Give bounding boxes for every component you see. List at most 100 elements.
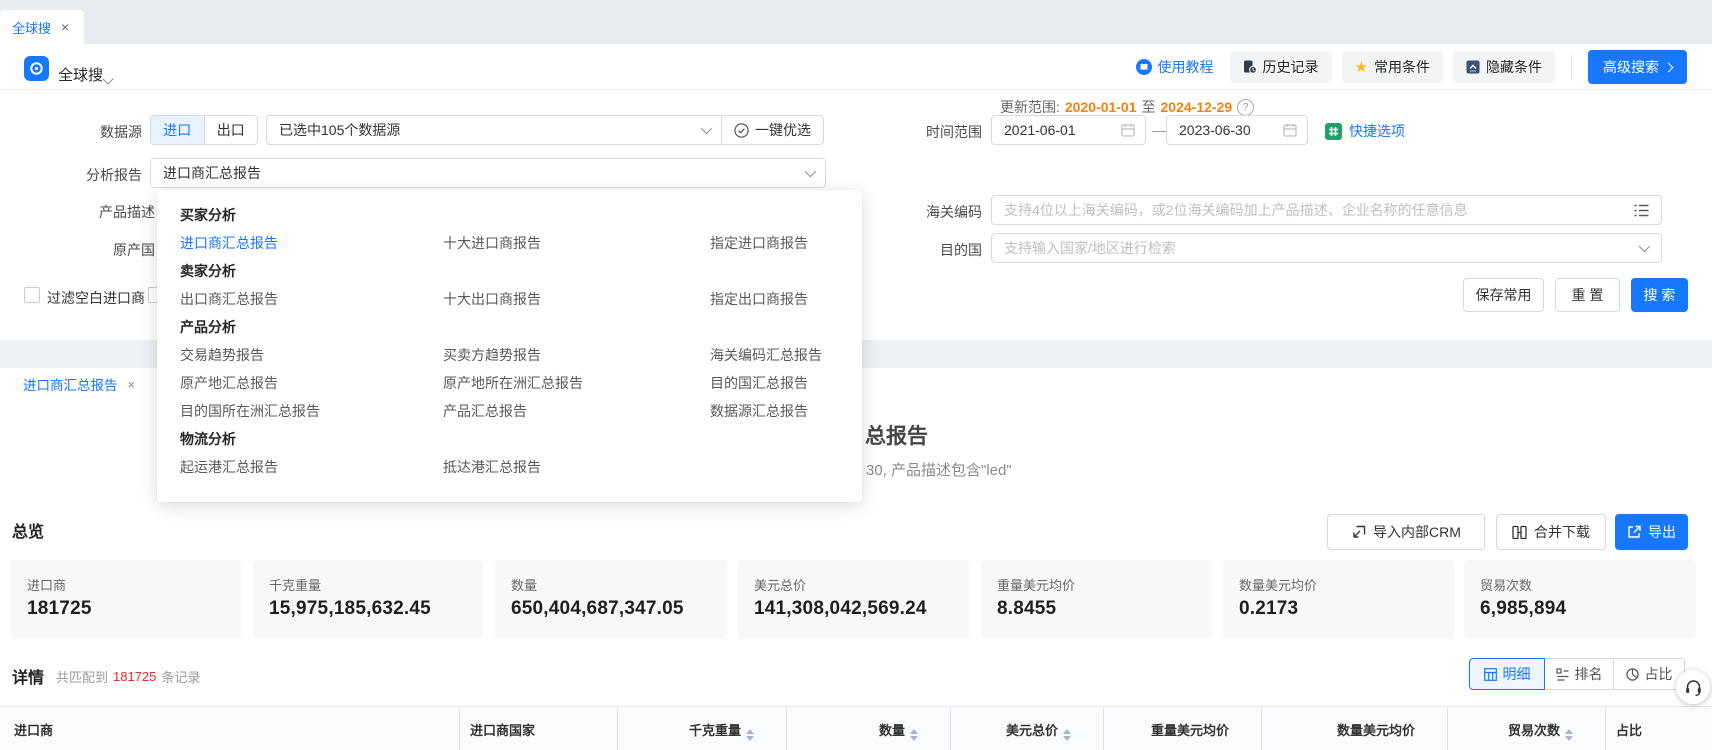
report-option[interactable]: 指定出口商报告 <box>710 289 862 309</box>
report-option[interactable]: 出口商汇总报告 <box>180 289 443 309</box>
data-source-label: 数据源 <box>60 122 142 142</box>
browser-tab[interactable]: 全球搜 × <box>0 10 84 44</box>
calendar-icon <box>1283 123 1297 137</box>
col-usd-per-qty[interactable]: 数量美元均价 <box>1261 720 1431 739</box>
date-start-input[interactable]: 2021-06-01 <box>991 115 1146 145</box>
favorites-button[interactable]: ★ 常用条件 <box>1342 51 1443 83</box>
sort-icon[interactable] <box>1063 729 1071 741</box>
report-option[interactable]: 指定进口商报告 <box>710 233 862 253</box>
hs-code-input[interactable]: 支持4位以上海关编码，或2位海关编码加上产品描述、企业名称的任意信息 <box>991 195 1662 225</box>
col-usd-total[interactable]: 美元总价 <box>950 720 1087 741</box>
header-actions: 使用教程 历史记录 ★ 常用条件 隐藏条件 高级搜索 <box>1136 51 1687 83</box>
report-option[interactable]: 十大出口商报告 <box>443 289 710 309</box>
result-tab-title: 进口商汇总报告 <box>23 374 118 394</box>
tutorial-button[interactable]: 使用教程 <box>1136 57 1214 77</box>
headset-icon <box>1684 678 1703 697</box>
hs-code-label: 海关编码 <box>926 202 982 222</box>
stat-card-usd-total: 美元总价141,308,042,569.24 <box>738 560 969 638</box>
list-icon <box>1634 204 1649 217</box>
pie-icon <box>1626 668 1639 681</box>
report-section-title-buyer: 买家分析 <box>180 205 862 221</box>
date-range-dash: — <box>1152 122 1166 138</box>
report-type-select[interactable]: 进口商汇总报告 <box>150 158 826 188</box>
report-option[interactable]: 抵达港汇总报告 <box>443 457 710 477</box>
app-title-chevron-down-icon[interactable] <box>104 70 112 88</box>
origin-country-label: 原产国 <box>113 240 155 260</box>
sort-icon[interactable] <box>1565 729 1573 741</box>
customer-service-fab[interactable] <box>1676 670 1710 704</box>
save-favorite-button[interactable]: 保存常用 <box>1463 278 1544 312</box>
report-option[interactable]: 海关编码汇总报告 <box>710 345 862 365</box>
report-option-active[interactable]: 进口商汇总报告 <box>180 233 443 253</box>
page-title: 全球搜 <box>58 64 103 85</box>
app-window: 全球搜 × 全球搜 使用教程 历史记录 ★ 常用条件 隐藏条件 <box>0 0 1712 750</box>
update-range-start: 2020-01-01 <box>1065 99 1137 115</box>
export-toggle[interactable]: 出口 <box>204 116 258 144</box>
report-subtitle-fragment: 30, 产品描述包含"led" <box>866 459 1012 480</box>
sort-icon[interactable] <box>746 729 754 741</box>
table-icon <box>1484 668 1497 681</box>
browser-tab-title: 全球搜 <box>12 18 51 37</box>
result-tab-close-icon[interactable]: × <box>128 377 136 392</box>
history-button[interactable]: 历史记录 <box>1230 51 1332 83</box>
date-start-value: 2021-06-01 <box>1004 122 1076 138</box>
data-source-select[interactable]: 已选中105个数据源 一键优选 <box>266 115 824 145</box>
search-button[interactable]: 搜 索 <box>1631 278 1688 312</box>
advanced-search-button[interactable]: 高级搜索 <box>1588 50 1687 84</box>
browser-tabbar <box>0 0 1712 44</box>
col-quantity[interactable]: 数量 <box>786 720 934 741</box>
star-icon: ★ <box>1355 60 1368 75</box>
reset-button[interactable]: 重 置 <box>1555 278 1620 312</box>
report-heading-fragment: 总报告 <box>865 420 928 450</box>
report-option[interactable]: 目的国所在洲汇总报告 <box>180 401 443 421</box>
col-importer-country[interactable]: 进口商国家 <box>470 720 535 739</box>
report-option[interactable]: 目的国汇总报告 <box>710 373 862 393</box>
merge-download-button[interactable]: 合并下载 <box>1496 514 1606 550</box>
col-share[interactable]: 占比 <box>1616 720 1642 739</box>
report-type-dropdown: 买家分析 进口商汇总报告 十大进口商报告 指定进口商报告 卖家分析 出口商汇总报… <box>157 190 862 502</box>
hide-conditions-button[interactable]: 隐藏条件 <box>1453 51 1555 83</box>
question-circle-icon[interactable]: ? <box>1237 99 1254 116</box>
report-option[interactable]: 买卖方趋势报告 <box>443 345 710 365</box>
filter-blank-checkbox[interactable] <box>24 287 40 303</box>
chevron-right-icon <box>1664 62 1674 72</box>
col-kg-weight[interactable]: 千克重量 <box>617 720 770 741</box>
stat-card-kg-weight: 千克重量15,975,185,632.45 <box>253 560 483 638</box>
report-option[interactable]: 产品汇总报告 <box>443 401 710 421</box>
export-icon <box>1627 525 1641 539</box>
overview-title: 总览 <box>12 518 44 542</box>
report-option[interactable]: 数据源汇总报告 <box>710 401 862 421</box>
chevron-down-icon <box>1639 241 1650 252</box>
tab-close-icon[interactable]: × <box>61 20 69 34</box>
col-usd-per-weight[interactable]: 重量美元均价 <box>1103 720 1245 739</box>
import-toggle[interactable]: 进口 <box>151 116 204 144</box>
report-option[interactable]: 交易趋势报告 <box>180 345 443 365</box>
result-tab[interactable]: 进口商汇总报告 × <box>9 368 149 400</box>
report-option[interactable]: 起运港汇总报告 <box>180 457 443 477</box>
import-crm-button[interactable]: 导入内部CRM <box>1327 514 1485 550</box>
check-circle-icon <box>734 123 749 138</box>
chevron-down-icon <box>805 166 816 177</box>
view-tab-share[interactable]: 占比 <box>1613 658 1685 690</box>
view-switcher: 明细 排名 占比 <box>1469 658 1685 690</box>
view-tab-detail[interactable]: 明细 <box>1469 658 1545 690</box>
one-click-optimize-button[interactable]: 一键优选 <box>722 120 823 140</box>
filter-blank-label: 过滤空白进口商 <box>47 288 145 308</box>
hs-code-placeholder: 支持4位以上海关编码，或2位海关编码加上产品描述、企业名称的任意信息 <box>1004 200 1468 220</box>
data-source-select-value: 已选中105个数据源 <box>267 120 701 140</box>
col-trade-count[interactable]: 贸易次数 <box>1447 720 1589 741</box>
stat-card-trade-count: 贸易次数6,985,894 <box>1464 560 1696 638</box>
sort-icon[interactable] <box>910 729 918 741</box>
report-option[interactable]: 原产地汇总报告 <box>180 373 443 393</box>
destination-input[interactable]: 支持输入国家/地区进行检索 <box>991 233 1662 263</box>
report-section-title-logistics: 物流分析 <box>180 429 862 445</box>
view-tab-rank[interactable]: 排名 <box>1544 658 1614 690</box>
report-option[interactable]: 原产地所在洲汇总报告 <box>443 373 710 393</box>
export-button[interactable]: 导出 <box>1615 514 1688 550</box>
calendar-icon <box>1121 123 1135 137</box>
destination-placeholder: 支持输入国家/地区进行检索 <box>1004 238 1176 258</box>
report-option[interactable]: 十大进口商报告 <box>443 233 710 253</box>
date-end-input[interactable]: 2023-06-30 <box>1166 115 1308 145</box>
col-importer[interactable]: 进口商 <box>14 720 53 739</box>
quick-options-button[interactable]: 快捷选项 <box>1325 121 1405 141</box>
